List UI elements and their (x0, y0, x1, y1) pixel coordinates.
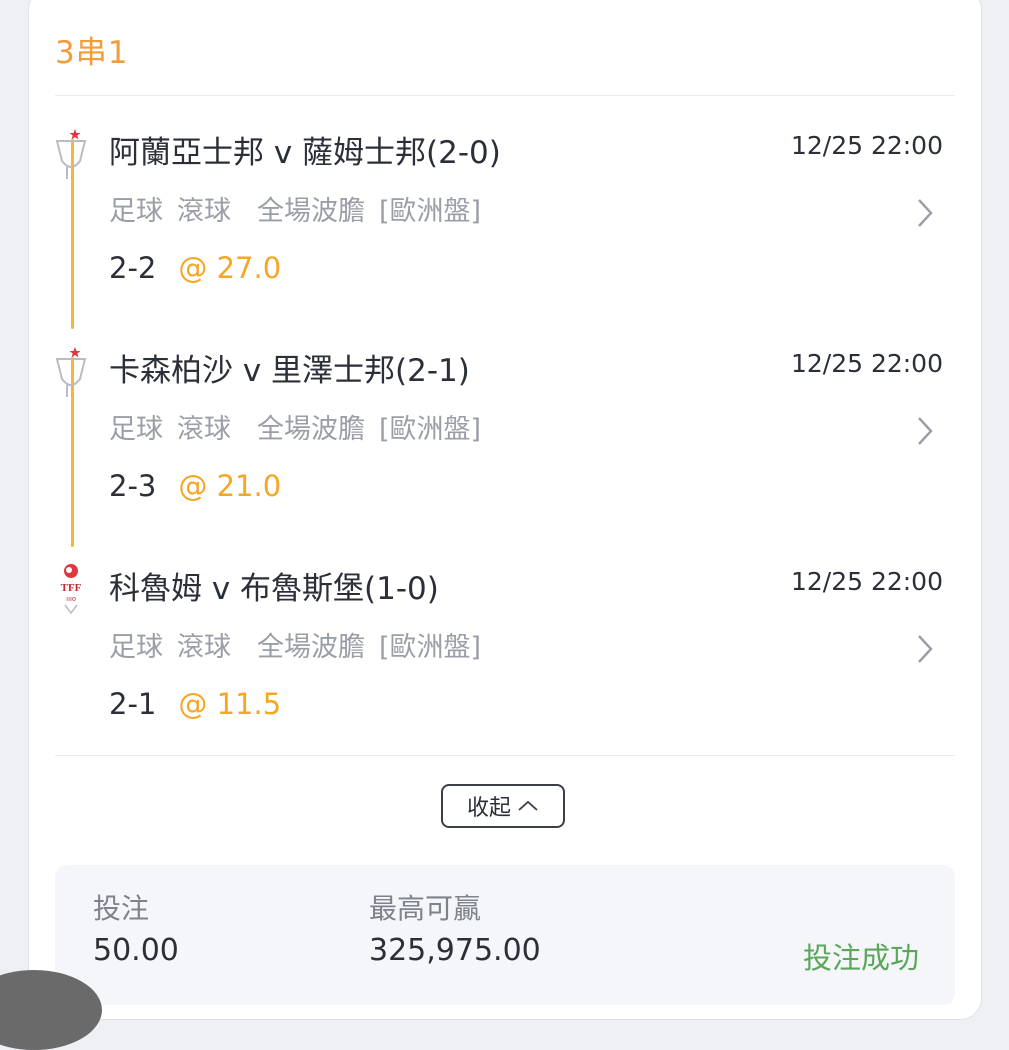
header-divider (55, 95, 955, 96)
collapse-label: 收起 (466, 796, 511, 821)
bet-leg[interactable]: 阿蘭亞士邦 v 薩姆士邦(2-0) 12/25 22:00 足球 滾球 全場波膽 [歐… (29, 127, 981, 327)
chevron-right-icon[interactable] (913, 633, 937, 665)
phase-label: 滾球 (177, 414, 231, 445)
pick-score: 2-2 (109, 251, 157, 285)
match-name: 阿蘭亞士邦 v 薩姆士邦(2-0) (109, 135, 501, 171)
match-time: 12/25 22:00 (790, 349, 943, 378)
collapse-button[interactable]: 收起 (441, 784, 565, 828)
match-name: 科魯姆 v 布魯斯堡(1-0) (109, 571, 439, 607)
match-name: 卡森柏沙 v 里澤士邦(2-1) (109, 353, 470, 389)
selection: 2-2 @ 27.0 (109, 251, 281, 285)
max-win-label: 最高可贏 (369, 892, 482, 925)
odds-format-label: [歐洲盤] (379, 414, 482, 445)
pick-odds: @ 21.0 (178, 469, 282, 503)
tff-league-icon: TFF ıııo (61, 564, 82, 615)
odds-format-label: [歐洲盤] (379, 632, 482, 663)
bet-summary: 投注 50.00 最高可贏 325,975.00 投注成功 (55, 865, 955, 1005)
bet-leg[interactable]: 卡森柏沙 v 里澤士邦(2-1) 12/25 22:00 足球 滾球 全場波膽 [歐洲… (29, 345, 981, 545)
phase-label: 滾球 (177, 632, 231, 663)
bet-leg[interactable]: TFF ıııo 科魯姆 v 布魯斯堡(1-0) 12/25 22:00 足球滾… (29, 563, 981, 763)
market-info: 足球 滾球 全場波膽 [歐洲盤] (109, 407, 495, 446)
max-win-value: 325,975.00 (369, 933, 541, 968)
pick-score: 2-1 (109, 687, 157, 721)
pick-odds: @ 27.0 (178, 251, 282, 285)
stake-value: 50.00 (93, 933, 179, 968)
stake-label: 投注 (93, 892, 150, 925)
bet-type-title: 3串1 (55, 35, 129, 71)
pick-score: 2-3 (109, 469, 157, 503)
market-label: 全場波膽 (257, 632, 365, 663)
chevron-right-icon[interactable] (913, 415, 937, 447)
market-label: 全場波膽 (257, 196, 365, 227)
bet-slip-card: 3串1 阿蘭亞士邦 v 薩姆士邦(2-0) 12/25 22:00 足球 滾球 全場… (28, 0, 982, 1020)
trophy-icon (55, 347, 87, 397)
selection: 2-1 @ 11.5 (109, 687, 281, 721)
svg-text:ıııo: ıııo (66, 596, 76, 603)
market-label: 全場波膽 (257, 414, 365, 445)
sport-label: 足球 (109, 632, 163, 663)
match-time: 12/25 22:00 (790, 131, 943, 160)
odds-format-label: [歐洲盤] (379, 196, 482, 227)
bet-status: 投注成功 (802, 941, 919, 975)
sport-label: 足球 (109, 414, 163, 445)
chevron-up-icon (518, 800, 538, 811)
match-time: 12/25 22:00 (790, 567, 943, 596)
selection: 2-3 @ 21.0 (109, 469, 281, 503)
phase-label: 滾球 (177, 196, 231, 227)
sport-label: 足球 (109, 196, 163, 227)
trophy-icon (55, 129, 87, 179)
chevron-right-icon[interactable] (913, 197, 937, 229)
svg-text:TFF: TFF (61, 582, 82, 594)
legs-divider (55, 755, 955, 756)
pick-odds: @ 11.5 (178, 687, 282, 721)
market-info: 足球 滾球 全場波膽 [歐洲盤] (109, 189, 495, 228)
market-info: 足球 滾球 全場波膽 [歐洲盤] (109, 625, 495, 664)
